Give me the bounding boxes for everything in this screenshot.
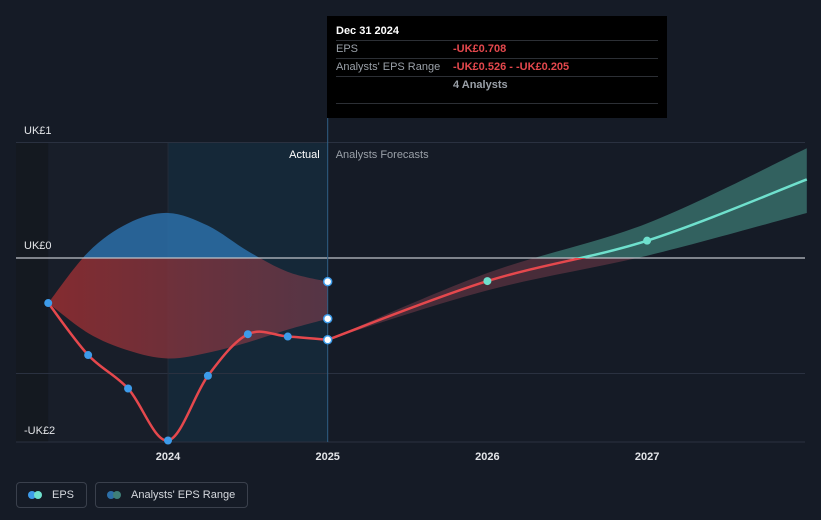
legend: EPS Analysts' EPS Range bbox=[16, 482, 249, 508]
tooltip-analysts-count: 4 Analysts bbox=[453, 79, 508, 91]
tooltip-analysts-row: 4 Analysts bbox=[336, 76, 658, 94]
tooltip-range-value: -UK£0.526 - -UK£0.205 bbox=[453, 61, 570, 73]
x-tick-label-2025: 2025 bbox=[315, 451, 339, 463]
eps-actual-point-2 bbox=[124, 384, 133, 393]
y-tick-label-2: -UK£2 bbox=[24, 425, 55, 437]
eps-actual-point-5 bbox=[243, 330, 252, 339]
tooltip-eps-label: EPS bbox=[336, 43, 359, 55]
highlight-eps-point bbox=[322, 335, 333, 345]
y-tick-label-1: UK£0 bbox=[24, 240, 52, 252]
tooltip-range-row: Analysts' EPS Range -UK£0.526 - -UK£0.20… bbox=[336, 58, 658, 76]
eps-actual-point-6 bbox=[283, 332, 292, 341]
tooltip-range-label: Analysts' EPS Range bbox=[336, 61, 441, 73]
tooltip-divider bbox=[336, 103, 658, 104]
eps-actual-point-0 bbox=[44, 299, 53, 308]
range-legend-icon bbox=[107, 491, 123, 499]
legend-range-label: Analysts' EPS Range bbox=[131, 489, 236, 501]
eps-legend-icon bbox=[28, 491, 44, 499]
tooltip: Dec 31 2024 EPS -UK£0.708 Analysts' EPS … bbox=[327, 16, 667, 118]
forecast-region-label: Analysts Forecasts bbox=[336, 149, 429, 161]
legend-range-button[interactable]: Analysts' EPS Range bbox=[95, 482, 249, 508]
past-region-shade bbox=[16, 143, 49, 442]
y-tick-label-0: UK£1 bbox=[24, 125, 52, 137]
eps-forecast-point-0 bbox=[483, 277, 492, 286]
highlight-range-high-point bbox=[322, 276, 333, 287]
eps-actual-point-4 bbox=[203, 371, 212, 380]
legend-eps-button[interactable]: EPS bbox=[16, 482, 88, 508]
eps-forecast-point-1 bbox=[643, 236, 652, 245]
tooltip-date: Dec 31 2024 bbox=[336, 25, 399, 37]
eps-actual-point-3 bbox=[164, 436, 172, 445]
tooltip-eps-value: -UK£0.708 bbox=[453, 43, 507, 55]
x-tick-label-2027: 2027 bbox=[635, 451, 659, 463]
highlight-range-low-point bbox=[322, 314, 333, 324]
legend-eps-label: EPS bbox=[52, 489, 75, 501]
tooltip-eps-row: EPS -UK£0.708 bbox=[336, 40, 658, 58]
x-tick-label-2026: 2026 bbox=[475, 451, 499, 463]
x-tick-label-2024: 2024 bbox=[156, 451, 181, 463]
eps-actual-point-1 bbox=[84, 351, 93, 360]
actual-region-label: Actual bbox=[289, 149, 320, 161]
